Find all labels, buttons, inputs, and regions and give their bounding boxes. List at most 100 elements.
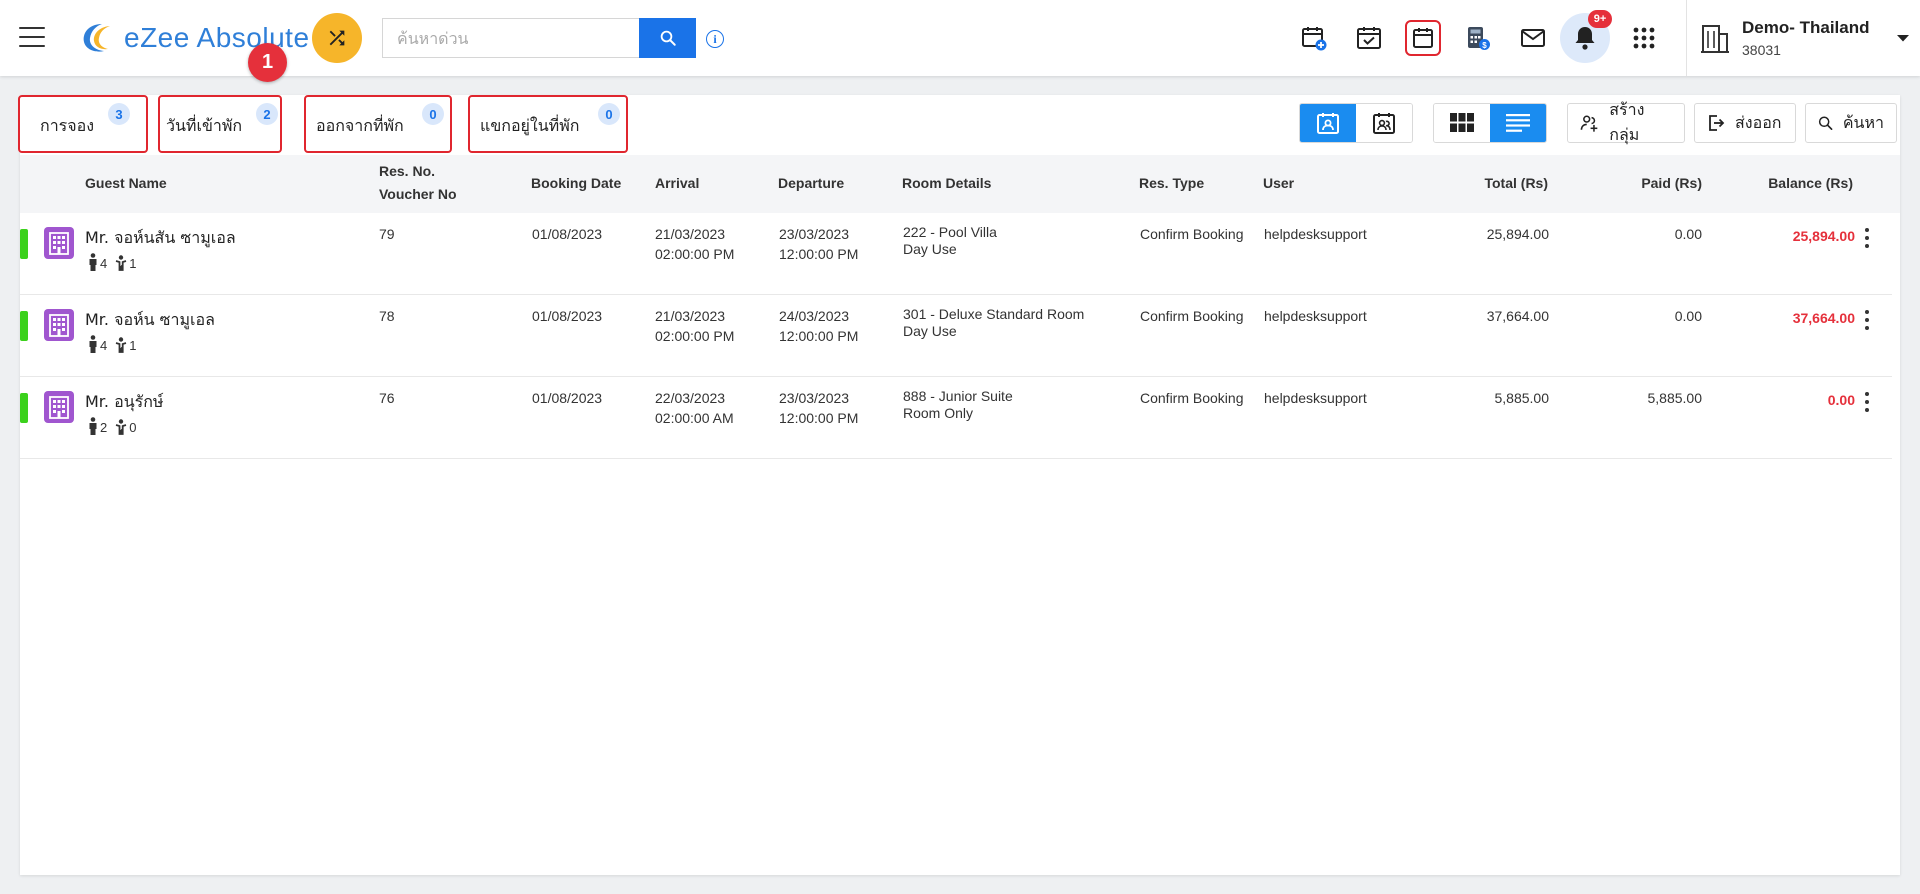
property-selector[interactable]: Demo- Thailand 38031 [1700, 14, 1910, 62]
search-list-button[interactable]: ค้นหา [1805, 103, 1897, 143]
room-details: 222 - Pool Villa Day Use [903, 224, 997, 258]
room-name: 222 - Pool Villa [903, 224, 997, 240]
tab-count-badge: 2 [256, 103, 278, 125]
user: helpdesksupport [1264, 308, 1367, 324]
calendar-check-icon[interactable] [1351, 20, 1387, 56]
balance-amount: 37,664.00 [1792, 310, 1855, 326]
guest-card-view-button[interactable] [1300, 104, 1356, 142]
cashier-calculator-icon[interactable]: $ [1460, 20, 1496, 56]
booking-date: 01/08/2023 [532, 390, 603, 406]
group-add-icon [1580, 115, 1598, 132]
group-view-button[interactable] [1356, 104, 1412, 142]
tab-label: วันที่เข้าพัก [166, 115, 243, 135]
col-guest-name[interactable]: Guest Name [85, 175, 167, 191]
col-total[interactable]: Total (Rs) [1428, 175, 1548, 191]
arrival-date: 21/03/2023 [655, 308, 726, 324]
col-booking-date[interactable]: Booking Date [531, 175, 621, 191]
group-calendar-icon [1373, 113, 1395, 134]
table-row[interactable]: Mr. อนุรักษ์ 2 0 76 01/08/2023 22/03/202… [20, 377, 1892, 459]
child-count: 0 [115, 419, 136, 435]
user: helpdesksupport [1264, 390, 1367, 406]
rate-plan: Day Use [903, 323, 957, 339]
tab-reservations[interactable]: การจอง 3 [18, 95, 148, 153]
arrival: 21/03/2023 02:00:00 PM [655, 224, 734, 264]
col-room-details[interactable]: Room Details [902, 175, 991, 191]
balance-amount: 0.00 [1827, 392, 1855, 408]
child-icon [115, 419, 127, 435]
row-actions-menu-icon[interactable] [1857, 307, 1877, 333]
apps-grid-icon[interactable] [1626, 20, 1662, 56]
row-actions-menu-icon[interactable] [1857, 225, 1877, 251]
col-arrival[interactable]: Arrival [655, 175, 699, 191]
search-list-label: ค้นหา [1842, 112, 1884, 132]
menu-icon[interactable] [19, 27, 45, 47]
guest-name[interactable]: Mr. อนุรักษ์ [85, 390, 163, 415]
quick-search [382, 18, 696, 58]
col-balance[interactable]: Balance (Rs) [1733, 175, 1853, 191]
export-label: ส่งออก [1735, 112, 1782, 132]
search-button[interactable] [639, 18, 696, 58]
search-icon [1818, 116, 1833, 131]
tab-departures[interactable]: ออกจากที่พัก 0 [304, 95, 452, 153]
arrival-date: 22/03/2023 [655, 390, 726, 406]
mail-icon[interactable] [1515, 20, 1551, 56]
arrival-date: 21/03/2023 [655, 226, 726, 242]
pax-count: 2 0 [88, 417, 136, 435]
new-reservation-calendar-icon[interactable] [1296, 20, 1332, 56]
reservation-list-panel: การจอง 3 วันที่เข้าพัก 2 ออกจากที่พัก 0 … [18, 95, 1900, 875]
guest-view-toggle [1299, 103, 1413, 143]
hotel-building-icon [44, 309, 74, 341]
tab-label: การจอง [40, 115, 95, 135]
tab-in-house[interactable]: แขกอยู่ในที่พัก 0 [468, 95, 628, 153]
layout-toggle [1433, 103, 1547, 143]
quick-search-input[interactable] [382, 18, 639, 58]
adult-count: 4 [88, 253, 107, 271]
info-icon[interactable]: i [706, 30, 724, 48]
logo-swoosh-icon [83, 24, 110, 52]
create-group-button[interactable]: สร้างกลุ่ม [1567, 100, 1685, 144]
hotel-building-icon [44, 227, 74, 259]
tab-arrivals[interactable]: วันที่เข้าพัก 2 [158, 95, 282, 153]
pax-count: 4 1 [88, 253, 136, 271]
adult-count: 2 [88, 417, 107, 435]
res-no[interactable]: 78 [379, 306, 395, 326]
guest-name[interactable]: Mr. จอห์นสัน ซามูเอล [85, 226, 236, 251]
building-icon [1701, 25, 1729, 53]
arrival: 22/03/2023 02:00:00 AM [655, 388, 734, 428]
guest-name[interactable]: Mr. จอห์น ซามูเอล [85, 308, 215, 333]
col-res-type[interactable]: Res. Type [1139, 175, 1204, 191]
property-name: Demo- Thailand [1742, 18, 1870, 37]
adult-icon [89, 335, 97, 353]
calendar-icon[interactable] [1405, 20, 1441, 56]
step-marker: 1 [248, 43, 287, 82]
adult-icon [89, 253, 97, 271]
room-name: 888 - Junior Suite [903, 388, 1013, 404]
col-user[interactable]: User [1263, 175, 1294, 191]
departure-date: 23/03/2023 [779, 390, 850, 406]
row-actions-menu-icon[interactable] [1857, 389, 1877, 415]
grid-view-button[interactable] [1434, 104, 1490, 142]
paid-amount: 5,885.00 [1647, 390, 1703, 406]
list-view-icon [1506, 114, 1530, 132]
search-icon [660, 30, 676, 46]
col-voucher-no[interactable]: Voucher No [379, 186, 457, 202]
tab-label: ออกจากที่พัก [316, 115, 404, 135]
table-row[interactable]: Mr. จอห์นสัน ซามูเอล 4 1 79 01/08/2023 2… [20, 213, 1892, 295]
col-departure[interactable]: Departure [778, 175, 844, 191]
departure-date: 24/03/2023 [779, 308, 850, 324]
table-row[interactable]: Mr. จอห์น ซามูเอล 4 1 78 01/08/2023 21/0… [20, 295, 1892, 377]
departure-time: 12:00:00 PM [779, 410, 859, 426]
list-view-button[interactable] [1490, 104, 1546, 142]
rate-plan: Day Use [903, 241, 957, 257]
child-icon [115, 255, 127, 271]
res-no[interactable]: 76 [379, 388, 395, 408]
status-indicator [20, 393, 28, 423]
res-type: Confirm Booking [1140, 308, 1244, 324]
col-res-no[interactable]: Res. No. [379, 163, 435, 179]
tab-count-badge: 0 [598, 103, 620, 125]
export-button[interactable]: ส่งออก [1694, 103, 1796, 143]
res-no[interactable]: 79 [379, 224, 395, 244]
total-amount: 25,894.00 [1486, 226, 1549, 242]
col-paid[interactable]: Paid (Rs) [1582, 175, 1702, 191]
shuffle-button[interactable] [312, 13, 362, 63]
